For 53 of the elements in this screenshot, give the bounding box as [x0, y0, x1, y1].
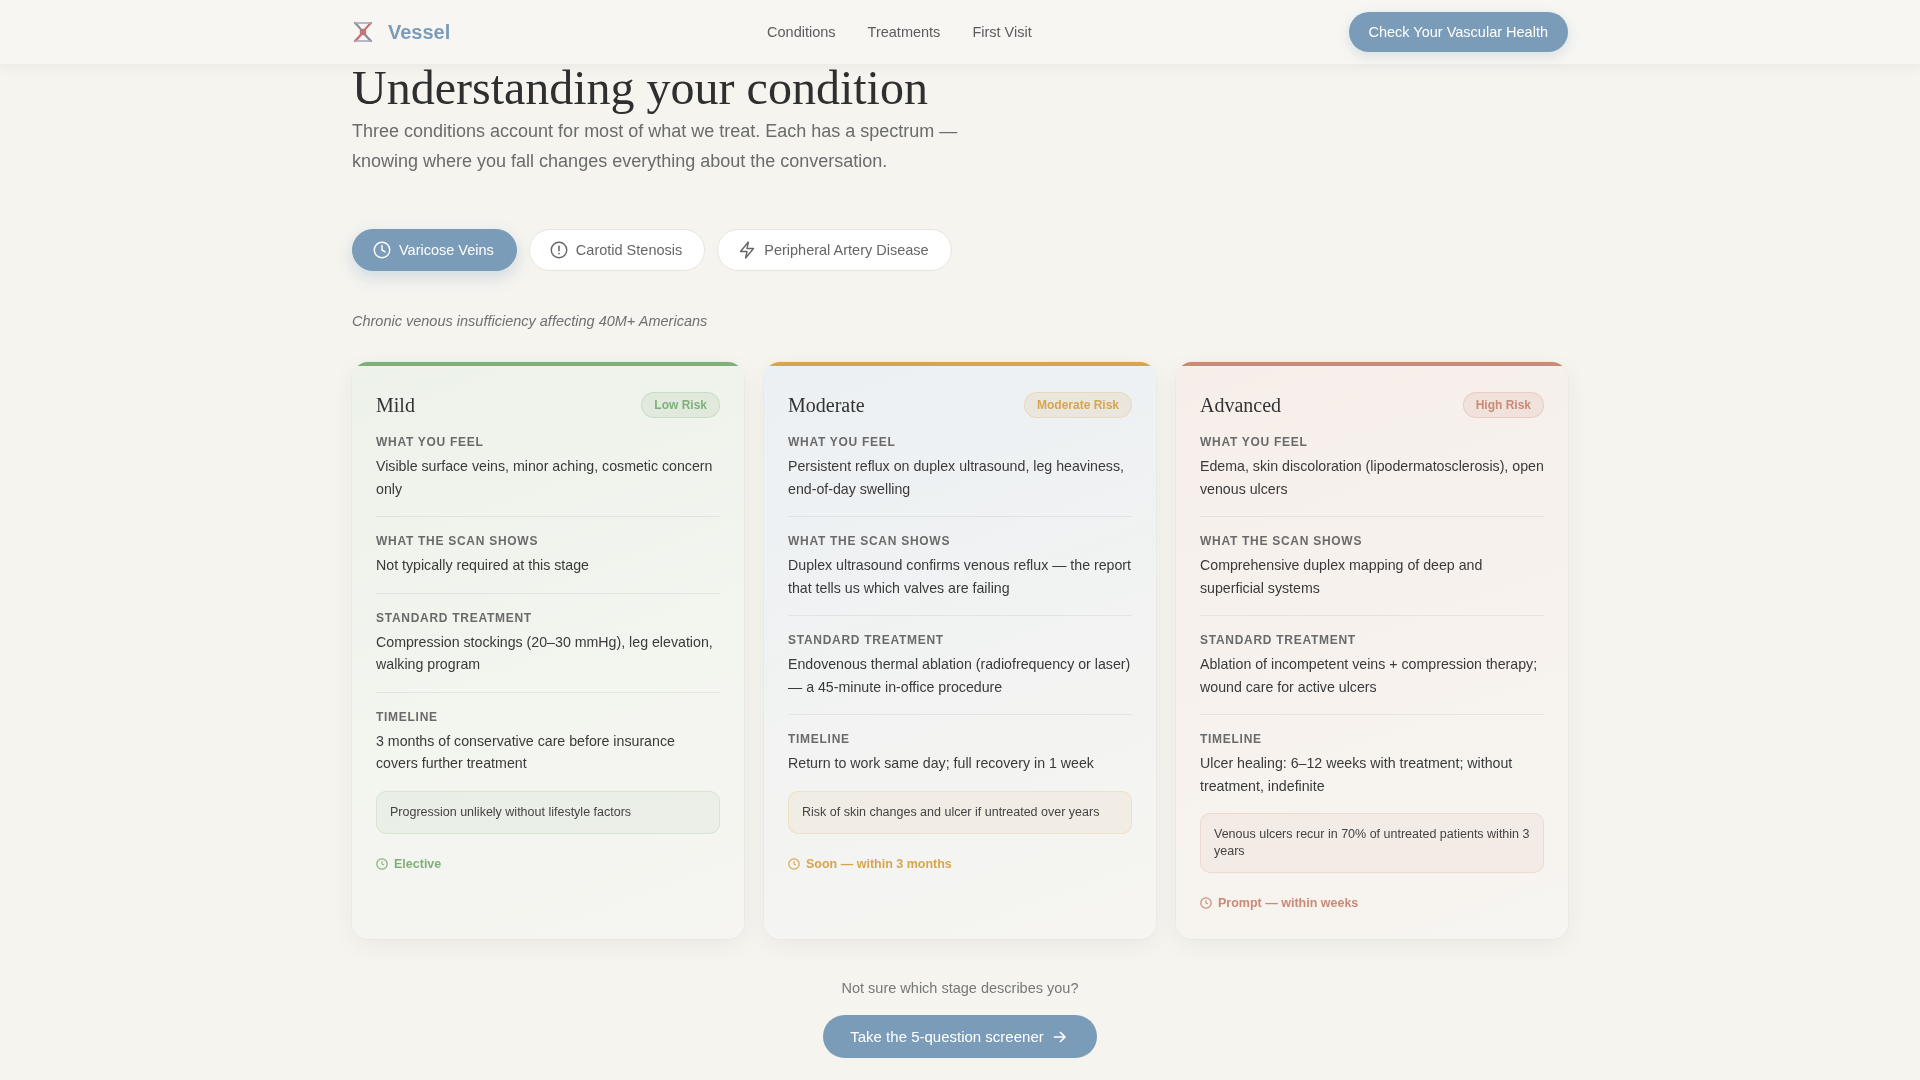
section-label: WHAT YOU FEEL: [376, 434, 485, 450]
risk-note: Venous ulcers recur in 70% of untreated patients within 3 years: [1200, 813, 1544, 873]
section-text: Ulcer healing: 6–12 weeks with treatment; without treatment, indefinite: [1200, 754, 1514, 796]
stage-title: Advanced: [1200, 393, 1282, 418]
section-label: STANDARD TREATMENT: [1200, 632, 1357, 648]
condition-tab[interactable]: Peripheral Artery Disease: [717, 229, 952, 271]
nav-link[interactable]: Treatments: [867, 24, 941, 40]
urgency-label: Soon — within 3 months: [806, 855, 952, 872]
section-label: TIMELINE: [788, 731, 851, 747]
risk-note: Progression unlikely without lifestyle factors: [376, 790, 720, 834]
exclamation-circle-icon: [549, 241, 568, 259]
page-title: Understanding your condition: [352, 64, 929, 112]
section-label: TIMELINE: [1200, 731, 1263, 747]
urgency-label: Prompt — within weeks: [1218, 895, 1359, 911]
lightning-bolt-icon: [738, 241, 757, 259]
section-label: TIMELINE: [376, 708, 439, 725]
clock-icon: [373, 241, 391, 259]
logo-icon: [352, 20, 374, 44]
nav-link[interactable]: Conditions: [767, 24, 836, 40]
section-text: 3 months of conservative care before insurance covers further treatment: [376, 731, 676, 773]
section-text: Comprehensive duplex mapping of deep and superficial systems: [1200, 556, 1484, 598]
stage-title: Mild: [376, 393, 415, 418]
risk-note: Risk of skin changes and ulcer if untreated over years: [788, 790, 1132, 834]
section-label: WHAT YOU FEEL: [788, 434, 897, 450]
section-label: WHAT THE SCAN SHOWS: [788, 533, 952, 549]
section-text: Visible surface veins, minor aching, cosmetic concern only: [376, 457, 714, 499]
section-text: Duplex ultrasound confirms venous reflux — the report that tells us which valves are failing: [788, 556, 1132, 598]
section-text: Return to work same day; full recovery in 1 week: [788, 754, 1095, 773]
arrow-right-icon: [1052, 1029, 1067, 1044]
section-label: STANDARD TREATMENT: [788, 632, 945, 648]
section-label: WHAT YOU FEEL: [1200, 434, 1309, 450]
intro-paragraph: Three conditions account for most of what we treat. Each has a spectrum — knowing where you fall changes everything about the conversation.: [352, 120, 959, 173]
screener-prompt: Not sure which stage describes you?: [841, 979, 1079, 998]
section-text: Edema, skin discoloration (lipodermatosclerosis), open venous ulcers: [1200, 457, 1544, 499]
clock-icon: [376, 857, 388, 870]
section-text: Persistent reflux on duplex ultrasound, leg heaviness, end-of-day swelling: [788, 457, 1125, 499]
clock-icon: [1200, 897, 1212, 909]
risk-badge: High Risk: [1462, 392, 1544, 418]
risk-badge: Moderate Risk: [1023, 392, 1132, 418]
nav-link[interactable]: First Visit: [972, 24, 1032, 40]
condition-tab[interactable]: Carotid Stenosis: [528, 229, 706, 271]
section-label: WHAT THE SCAN SHOWS: [376, 533, 540, 549]
stage-title: Moderate: [788, 393, 865, 418]
risk-badge: Low Risk: [641, 392, 720, 418]
urgency-label: Elective: [394, 855, 442, 872]
section-text: Ablation of incompetent veins + compression therapy; wound care for active ulcers: [1200, 655, 1539, 697]
section-text: Not typically required at this stage: [376, 556, 590, 575]
section-text: Endovenous thermal ablation (radiofrequency or laser) — a 45-minute in-office procedure: [788, 655, 1132, 697]
section-label: WHAT THE SCAN SHOWS: [1200, 533, 1364, 549]
section-text: Compression stockings (20–30 mmHg), leg elevation, walking program: [376, 632, 714, 674]
condition-summary: Chronic venous insufficiency affecting 40M+ Americans: [352, 312, 709, 331]
section-label: STANDARD TREATMENT: [376, 609, 533, 626]
clock-icon: [788, 857, 800, 870]
